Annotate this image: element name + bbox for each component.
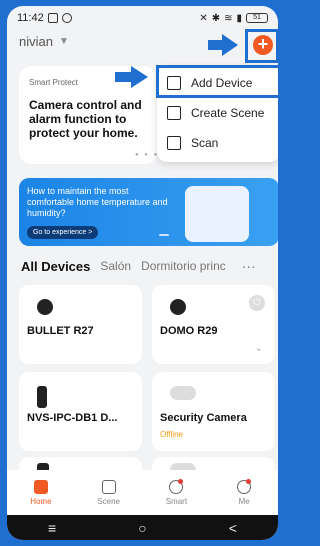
scene-icon — [101, 479, 116, 494]
app-icon — [61, 13, 72, 23]
tab-dormitorio[interactable]: Dormitorio princ — [141, 259, 226, 273]
add-button-highlight — [245, 29, 278, 63]
home-icon — [33, 479, 48, 494]
more-tabs-button[interactable]: ··· — [242, 258, 256, 274]
arrow-to-add-button-icon — [208, 40, 222, 50]
nav-label: Smart — [165, 496, 188, 506]
phone-screen: 11:42 ✕ ✱ ≋ ▮ 51 nivian ▼ + Smart Protec… — [7, 6, 278, 540]
menu-label: Create Scene — [191, 106, 265, 120]
device-status: Offline — [160, 430, 183, 439]
power-icon[interactable]: ⏻ — [249, 295, 265, 311]
scan-icon — [167, 136, 181, 150]
menu-item-create-scene[interactable]: Create Scene — [157, 99, 278, 127]
security-camera-icon — [170, 386, 196, 400]
arrow-head-icon — [222, 34, 238, 56]
banner-cta-button[interactable]: Go to experience > — [27, 226, 99, 239]
arrow-head-icon — [131, 66, 148, 88]
carousel-dots: ● ● ● — [135, 152, 160, 158]
recent-apps-button[interactable]: ≡ — [48, 520, 56, 536]
nav-label: Scene — [97, 496, 120, 506]
nav-scene[interactable]: Scene — [84, 479, 134, 506]
notification-icon — [47, 13, 58, 23]
signal-icon: ▮ — [236, 12, 242, 24]
status-left: 11:42 — [17, 12, 72, 24]
device-name: Security Camera — [160, 412, 247, 424]
banner-text: How to maintain the most comfortable hom… — [27, 186, 168, 218]
room-tabs: All Devices Salón Dormitorio princ ··· — [21, 258, 256, 274]
bottom-navbar: Home Scene Smart Me — [7, 470, 278, 515]
system-back-button[interactable]: < — [229, 520, 237, 536]
tab-all-devices[interactable]: All Devices — [21, 259, 90, 274]
menu-highlight — [156, 65, 278, 98]
arrow-to-menu-icon — [115, 72, 131, 82]
create-scene-icon — [167, 106, 181, 120]
battery-icon: 51 — [246, 13, 268, 23]
banner-indicator — [159, 234, 169, 236]
bluetooth-icon: ✱ — [211, 12, 221, 24]
status-bar: 11:42 ✕ ✱ ≋ ▮ 51 — [7, 6, 278, 30]
doorbell-icon — [37, 386, 47, 408]
status-right: ✕ ✱ ≋ ▮ 51 — [199, 13, 268, 24]
promo-banner[interactable]: How to maintain the most comfortable hom… — [19, 178, 278, 246]
nav-home[interactable]: Home — [16, 479, 66, 506]
device-name: NVS-IPC-DB1 D... — [27, 412, 118, 424]
device-name: DOMO R29 — [160, 325, 218, 337]
menu-label: Scan — [191, 136, 219, 150]
banner-phone-illustration — [185, 186, 249, 242]
smart-protect-title: Smart Protect — [29, 78, 78, 87]
device-card[interactable]: BULLET R27 — [19, 285, 142, 364]
wifi-icon: ≋ — [224, 12, 233, 24]
home-selector[interactable]: nivian ▼ — [19, 34, 69, 49]
smart-protect-body: Camera control and alarm function to pro… — [29, 98, 142, 140]
nav-label: Home — [30, 496, 52, 506]
time: 11:42 — [17, 12, 44, 24]
caret-down-icon: ▼ — [58, 36, 69, 47]
device-card[interactable]: NVS-IPC-DB1 D... — [19, 372, 142, 451]
device-card[interactable]: Security Camera Offline — [152, 372, 275, 451]
chevron-down-icon[interactable]: ⌄ — [255, 343, 263, 354]
notification-dot — [178, 478, 184, 484]
nav-smart[interactable]: Smart — [151, 478, 201, 506]
camera-icon — [37, 299, 53, 315]
nav-label: Me — [238, 496, 250, 506]
device-card[interactable]: ⏻ DOMO R29 ⌄ — [152, 285, 275, 364]
device-name: BULLET R27 — [27, 325, 94, 337]
system-navigation-bar: ≡ ○ < — [7, 515, 278, 540]
notification-dot — [246, 478, 252, 484]
nav-me[interactable]: Me — [219, 478, 269, 506]
screenshot-frame: 11:42 ✕ ✱ ≋ ▮ 51 nivian ▼ + Smart Protec… — [0, 0, 285, 546]
camera-icon — [170, 299, 186, 315]
tab-salon[interactable]: Salón — [100, 259, 131, 273]
menu-item-scan[interactable]: Scan — [157, 129, 278, 157]
home-name: nivian — [19, 34, 53, 49]
mute-icon: ✕ — [199, 12, 208, 24]
system-home-button[interactable]: ○ — [138, 520, 146, 536]
